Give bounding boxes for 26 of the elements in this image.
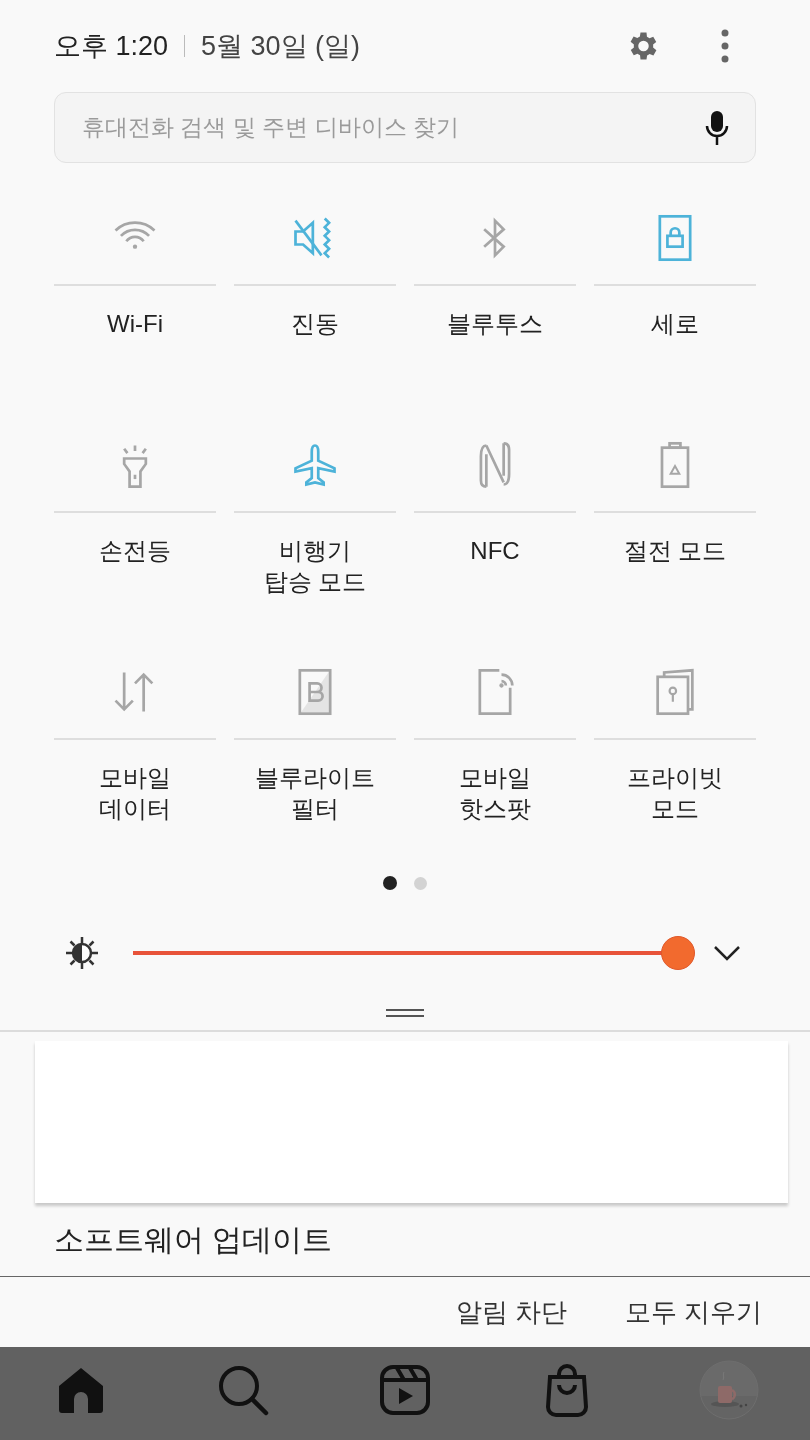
drag-handle-icon[interactable] (386, 1009, 424, 1017)
tile-label: 진동 (291, 309, 339, 339)
tile-label: 프라이빗 모드 (627, 763, 723, 824)
tile-label: 모바일 핫스팟 (459, 763, 531, 824)
search-icon[interactable] (217, 1363, 269, 1416)
slider-thumb[interactable] (661, 936, 695, 970)
tile-label: 세로 (651, 309, 699, 339)
tile-label: NFC (470, 536, 520, 566)
search-field[interactable]: 휴대전화 검색 및 주변 디바이스 찾기 (54, 92, 756, 163)
tile-label: 블루라이트 필터 (255, 763, 375, 824)
notification-action-button[interactable]: 모두 지우기 (624, 1286, 762, 1338)
tile-label: 절전 모드 (623, 536, 727, 566)
microphone-icon[interactable] (704, 110, 730, 146)
tile-label: 블루투스 (447, 309, 543, 339)
tile-label: 손전등 (99, 536, 171, 566)
video-player-icon[interactable] (379, 1363, 431, 1416)
notification-action-button[interactable]: 알림 차단 (455, 1286, 567, 1338)
date-text: 5월 30일 (일) (201, 29, 361, 63)
more-options-icon[interactable] (720, 28, 730, 64)
chevron-down-icon[interactable] (713, 945, 741, 961)
tile-label: 모바일 데이터 (99, 763, 171, 824)
brightness-icon (64, 935, 100, 971)
tile-label: Wi-Fi (107, 309, 163, 339)
clock-time: 오후 1:20 (54, 29, 169, 63)
notification-title: 소프트웨어 업데이트 (54, 1222, 333, 1258)
tile-label: 비행기 탑승 모드 (263, 536, 367, 597)
